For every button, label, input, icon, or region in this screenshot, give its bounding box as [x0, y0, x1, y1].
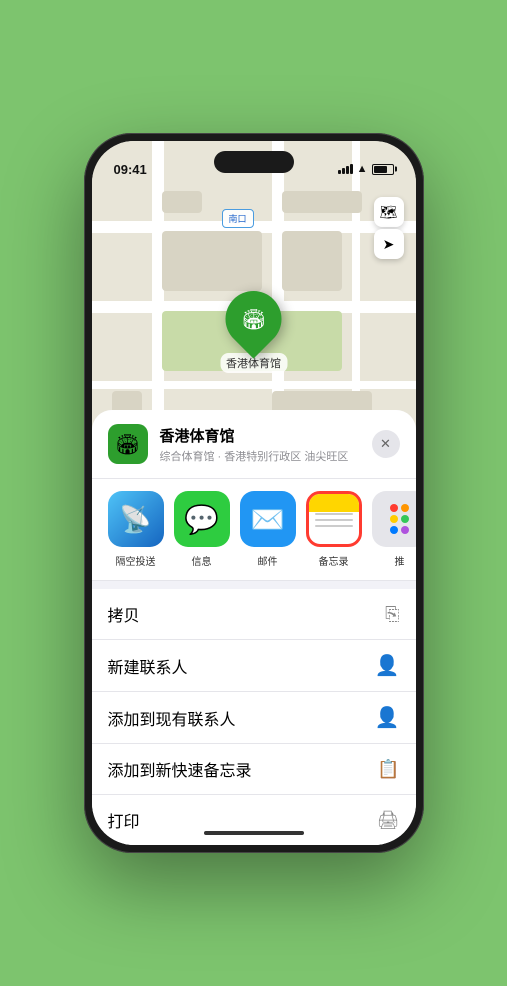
action-list: 拷贝 ⎘ 新建联系人 👤 添加到现有联系人 👤 添加到新快速备忘录 📋 打印 [92, 589, 416, 845]
status-icons: ▲ [338, 163, 394, 175]
action-new-contact[interactable]: 新建联系人 👤 [92, 640, 416, 692]
new-contact-icon: 👤 [375, 653, 400, 678]
status-time: 09:41 [114, 162, 147, 177]
location-card: 🏟 香港体育馆 综合体育馆 · 香港特别行政区 油尖旺区 ✕ [92, 410, 416, 479]
bottom-sheet: 🏟 香港体育馆 综合体育馆 · 香港特别行政区 油尖旺区 ✕ 📡 隔空投送 [92, 410, 416, 845]
map-controls: 🗺 ➤ [374, 197, 404, 259]
share-more[interactable]: 推 [372, 491, 416, 568]
location-name: 香港体育馆 [160, 425, 360, 446]
location-button[interactable]: ➤ [374, 229, 404, 259]
phone-screen: 09:41 ▲ [92, 141, 416, 845]
airdrop-label: 隔空投送 [116, 553, 156, 568]
mail-label: 邮件 [258, 553, 278, 568]
notes-icon-wrap [306, 491, 362, 547]
action-copy-label: 拷贝 [108, 602, 140, 626]
more-icon [372, 491, 416, 547]
action-print[interactable]: 打印 🖨 [92, 795, 416, 845]
home-indicator [204, 831, 304, 835]
action-copy[interactable]: 拷贝 ⎘ [92, 589, 416, 640]
location-subtitle: 综合体育馆 · 香港特别行政区 油尖旺区 [160, 448, 360, 464]
notes-lines [315, 513, 353, 527]
action-add-contact-label: 添加到现有联系人 [108, 706, 236, 730]
copy-icon: ⎘ [385, 604, 399, 625]
mail-icon: ✉️ [240, 491, 296, 547]
share-row: 📡 隔空投送 💬 信息 ✉️ 邮件 [92, 479, 416, 581]
close-button[interactable]: ✕ [372, 430, 400, 458]
messages-icon: 💬 [174, 491, 230, 547]
location-pin: 🏟 香港体育馆 [220, 291, 287, 373]
battery-icon [372, 164, 394, 175]
more-label: 推 [395, 553, 405, 568]
signal-icon [338, 164, 353, 174]
status-bar: 09:41 ▲ [92, 141, 416, 185]
action-quick-note-label: 添加到新快速备忘录 [108, 757, 252, 781]
share-messages[interactable]: 💬 信息 [174, 491, 230, 568]
action-new-contact-label: 新建联系人 [108, 654, 188, 678]
notes-label: 备忘录 [319, 553, 349, 568]
action-quick-note[interactable]: 添加到新快速备忘录 📋 [92, 744, 416, 795]
share-notes[interactable]: 备忘录 [306, 491, 362, 568]
quick-note-icon: 📋 [377, 759, 399, 780]
action-add-contact[interactable]: 添加到现有联系人 👤 [92, 692, 416, 744]
action-print-label: 打印 [108, 808, 140, 832]
location-card-icon: 🏟 [108, 424, 148, 464]
messages-label: 信息 [192, 553, 212, 568]
add-contact-icon: 👤 [375, 705, 400, 730]
pin-icon: 🏟 [241, 307, 266, 332]
map-type-button[interactable]: 🗺 [374, 197, 404, 227]
share-airdrop[interactable]: 📡 隔空投送 [108, 491, 164, 568]
print-icon: 🖨 [377, 810, 400, 831]
wifi-icon: ▲ [357, 163, 368, 175]
phone-frame: 09:41 ▲ [84, 133, 424, 853]
share-mail[interactable]: ✉️ 邮件 [240, 491, 296, 568]
location-info: 香港体育馆 综合体育馆 · 香港特别行政区 油尖旺区 [160, 425, 360, 464]
airdrop-icon: 📡 [108, 491, 164, 547]
pin-circle: 🏟 [214, 279, 293, 358]
map-label: 南口 [222, 209, 254, 228]
